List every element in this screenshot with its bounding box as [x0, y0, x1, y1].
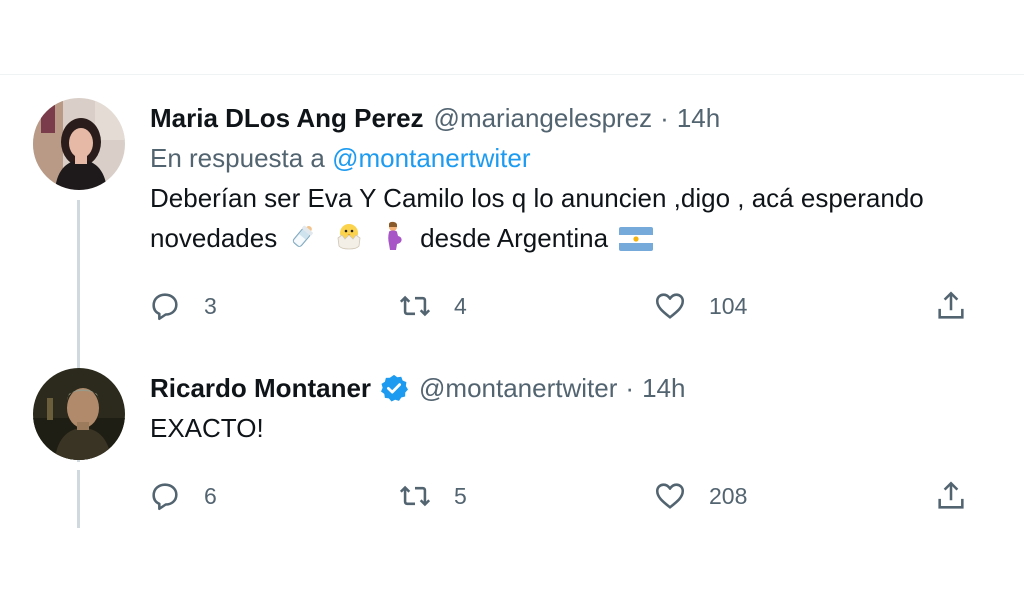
hatching-chick-icon — [334, 221, 364, 262]
reply-icon — [152, 293, 178, 321]
argentina-flag-icon — [619, 222, 654, 262]
tweet-body: Maria DLos Ang Perez @mariangelesprez · … — [150, 98, 1010, 262]
retweet-icon — [399, 295, 431, 317]
tweet-text-line-1: Deberían ser Eva Y Camilo los q lo anunc… — [150, 183, 924, 213]
heart-icon — [655, 483, 685, 509]
top-divider — [0, 74, 1024, 75]
tweet-actions: 6 5 208 — [148, 476, 978, 516]
share-icon — [938, 481, 964, 509]
verified-badge-icon — [379, 373, 409, 403]
avatar[interactable] — [33, 98, 125, 190]
share-button[interactable] — [934, 476, 968, 516]
like-button[interactable]: 104 — [653, 286, 747, 326]
author-name[interactable]: Maria DLos Ang Perez — [150, 98, 424, 138]
baby-bottle-icon — [288, 221, 318, 262]
tweet-actions: 3 4 104 — [148, 286, 978, 326]
like-count: 104 — [709, 292, 748, 319]
retweet-icon — [399, 485, 431, 507]
separator-dot: · — [660, 103, 669, 133]
author-handle[interactable]: @mariangelesprez — [434, 98, 653, 138]
reply-context: En respuesta a @montanertwiter — [150, 138, 1010, 178]
tweet-text-line-2-start: novedades — [150, 223, 278, 253]
tweet-header: Maria DLos Ang Perez @mariangelesprez · … — [150, 98, 1010, 138]
reply-button[interactable]: 3 — [148, 286, 217, 326]
like-count: 208 — [709, 482, 748, 509]
avatar[interactable] — [33, 368, 125, 460]
tweet-text-line-2-end: desde Argentina — [420, 223, 609, 253]
tweet-timestamp[interactable]: 14h — [642, 368, 685, 408]
reply-mention-link[interactable]: @montanertwiter — [332, 143, 530, 173]
share-icon — [938, 291, 964, 319]
heart-icon — [655, 293, 685, 319]
separator-dot: · — [625, 373, 635, 403]
tweet-text-line-2: novedades desde Argentina — [150, 218, 1010, 262]
avatar-maria-image — [33, 98, 125, 190]
reply-button[interactable]: 6 — [148, 476, 217, 516]
reply-count: 6 — [204, 482, 217, 509]
tweet-text: Deberían ser Eva Y Camilo los q lo anunc… — [150, 178, 1010, 262]
retweet-button[interactable]: 5 — [398, 476, 467, 516]
retweet-count: 4 — [454, 292, 467, 319]
avatar-ricardo-image — [33, 368, 125, 460]
reply-icon — [152, 483, 178, 511]
like-button[interactable]: 208 — [653, 476, 747, 516]
retweet-button[interactable]: 4 — [398, 286, 467, 326]
tweet-timestamp[interactable]: 14h — [677, 98, 720, 138]
reply-prefix: En respuesta a — [150, 143, 325, 173]
author-handle[interactable]: @montanertwiter — [419, 368, 617, 408]
share-button[interactable] — [934, 286, 968, 326]
reply-count: 3 — [204, 292, 217, 319]
tweet-thread-page: Maria DLos Ang Perez @mariangelesprez · … — [0, 0, 1024, 614]
tweet-text: EXACTO! — [150, 408, 1010, 448]
pregnant-woman-icon — [379, 221, 409, 262]
author-name[interactable]: Ricardo Montaner — [150, 368, 371, 408]
tweet-header: Ricardo Montaner @montanertwiter · 14h — [150, 368, 1010, 408]
retweet-count: 5 — [454, 482, 467, 509]
tweet-body: Ricardo Montaner @montanertwiter · 14h E… — [150, 368, 1010, 448]
thread-line — [77, 470, 80, 528]
tweet-text-line-1: EXACTO! — [150, 413, 264, 443]
